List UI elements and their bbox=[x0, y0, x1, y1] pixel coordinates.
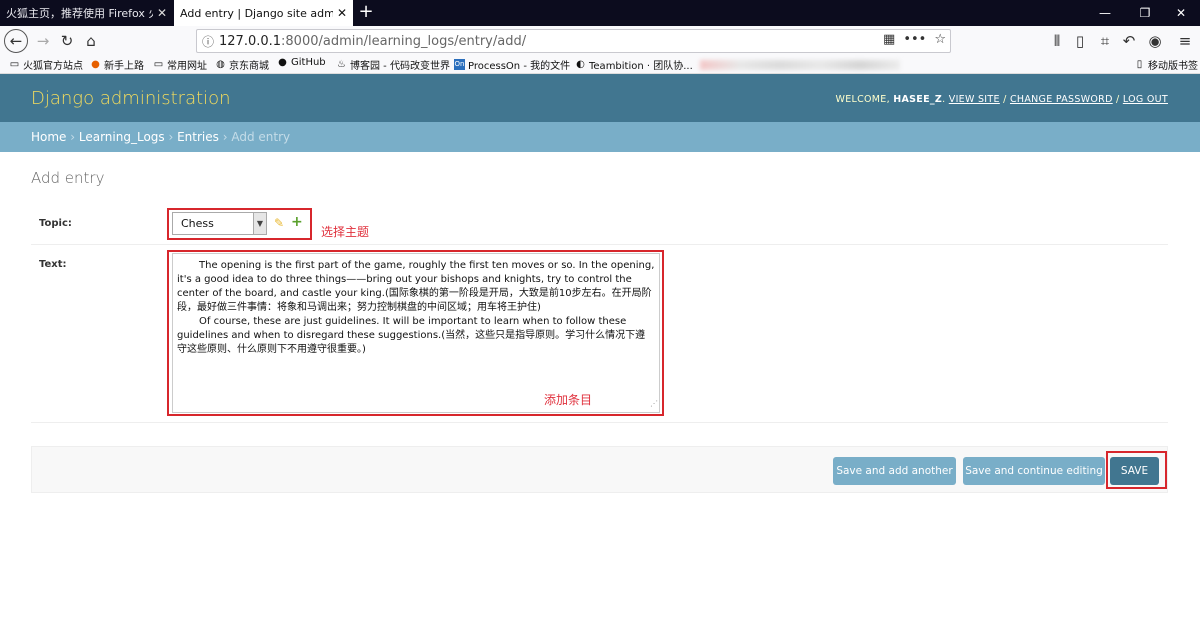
menu-icon[interactable]: ≡ bbox=[1174, 30, 1196, 52]
teambition-icon: ◐ bbox=[576, 59, 585, 70]
back-arrow-icon[interactable]: ← bbox=[4, 29, 28, 53]
bookmark-label: 博客园 - 代码改变世界 bbox=[350, 61, 450, 72]
bookmark-item[interactable]: ● GitHub bbox=[277, 57, 326, 68]
tab-close-icon[interactable]: ✕ bbox=[157, 6, 167, 20]
breadcrumb-separator: › bbox=[66, 130, 79, 144]
tab-close-icon[interactable]: ✕ bbox=[337, 6, 347, 20]
account-icon[interactable]: ◉ bbox=[1144, 30, 1166, 52]
browser-tab-bar: 火狐主页，推荐使用 Firefox 火狐浏 ✕ Add entry | Djan… bbox=[0, 0, 1200, 26]
tab-title: 火狐主页，推荐使用 Firefox 火狐浏 bbox=[6, 7, 153, 20]
url-host: 127.0.0.1 bbox=[219, 33, 282, 49]
browser-nav-bar: ← → ↻ ⌂ ⓘ 127.0.0.1:8000/admin/learning_… bbox=[0, 26, 1200, 56]
bookmark-item[interactable]: ◐ Teambition · 团队协... bbox=[575, 57, 693, 72]
globe-icon: ◍ bbox=[216, 59, 225, 70]
bookmark-label: 京东商城 bbox=[229, 61, 269, 72]
github-icon: ● bbox=[278, 57, 287, 68]
bookmark-item[interactable]: On ProcessOn - 我的文件 bbox=[454, 57, 570, 72]
firefox-icon: ● bbox=[91, 59, 100, 70]
bookmark-label: ProcessOn - 我的文件 bbox=[468, 61, 571, 72]
breadcrumb-app[interactable]: Learning_Logs bbox=[79, 130, 165, 144]
close-window-icon[interactable]: ✕ bbox=[1162, 0, 1200, 26]
row-divider bbox=[31, 422, 1168, 423]
admin-header: Django administration WELCOME, HASEE_Z. … bbox=[0, 74, 1200, 122]
new-tab-button[interactable]: + bbox=[356, 2, 376, 24]
save-and-add-another-button[interactable]: Save and add another bbox=[833, 457, 956, 485]
breadcrumb: Home › Learning_Logs › Entries › Add ent… bbox=[0, 122, 1200, 152]
bookmark-star-icon[interactable]: ☆ bbox=[934, 32, 946, 47]
restore-icon[interactable]: ❐ bbox=[1126, 0, 1164, 26]
url-text: 127.0.0.1:8000/admin/learning_logs/entry… bbox=[219, 34, 526, 49]
logout-link[interactable]: LOG OUT bbox=[1123, 94, 1168, 105]
save-and-continue-button[interactable]: Save and continue editing bbox=[963, 457, 1105, 485]
phone-icon: ▯ bbox=[1136, 59, 1143, 70]
bookmark-label: 新手上路 bbox=[104, 61, 144, 72]
change-password-link[interactable]: CHANGE PASSWORD bbox=[1010, 94, 1113, 105]
save-highlight-box bbox=[1106, 451, 1167, 489]
folder-icon: ▭ bbox=[9, 59, 20, 70]
url-bar[interactable]: ⓘ 127.0.0.1:8000/admin/learning_logs/ent… bbox=[196, 29, 951, 53]
page-title: Add entry bbox=[31, 169, 105, 187]
bookmark-label: 常用网址 bbox=[167, 61, 207, 72]
page-actions-icon[interactable]: ••• bbox=[903, 32, 926, 47]
breadcrumb-current: Add entry bbox=[231, 130, 291, 144]
site-branding[interactable]: Django administration bbox=[31, 88, 231, 109]
home-icon[interactable]: ⌂ bbox=[80, 30, 102, 52]
bookmarks-toolbar: ▭ 火狐官方站点 ● 新手上路 ▭ 常用网址 ◍ 京东商城 ● GitHub ♨ 博客园 -… bbox=[0, 56, 1200, 74]
user-tools: WELCOME, HASEE_Z. VIEW SITE / CHANGE PAS… bbox=[835, 94, 1168, 105]
view-site-link[interactable]: VIEW SITE bbox=[949, 94, 1000, 105]
url-path: :8000/admin/learning_logs/entry/add/ bbox=[281, 33, 527, 49]
submit-row: Save and add another Save and continue e… bbox=[31, 446, 1168, 493]
screenshot-icon[interactable]: ⌗ bbox=[1094, 30, 1116, 52]
tab-add-entry[interactable]: Add entry | Django site admin ✕ bbox=[174, 0, 353, 26]
row-divider bbox=[31, 244, 1168, 245]
undo-icon[interactable]: ↶ bbox=[1118, 30, 1140, 52]
topic-label: Topic: bbox=[39, 218, 72, 229]
cnblogs-icon: ♨ bbox=[337, 59, 346, 70]
text-annotation: 添加条目 bbox=[544, 393, 593, 407]
topic-annotation: 选择主题 bbox=[321, 225, 370, 239]
bookmark-label: Teambition · 团队协... bbox=[589, 61, 693, 72]
welcome-text: WELCOME, bbox=[835, 94, 894, 105]
bookmark-item[interactable]: ♨ 博客园 - 代码改变世界 bbox=[336, 57, 450, 72]
topic-highlight-box bbox=[167, 208, 312, 240]
bookmark-label: GitHub bbox=[291, 57, 326, 68]
forward-arrow-icon[interactable]: → bbox=[32, 30, 54, 52]
qr-code-icon[interactable]: ▦ bbox=[883, 32, 895, 47]
bookmark-item[interactable]: ◍ 京东商城 bbox=[215, 57, 269, 72]
processon-icon: On bbox=[454, 59, 465, 70]
bookmark-item[interactable]: ▭ 火狐官方站点 bbox=[9, 57, 83, 72]
tab-firefox-home[interactable]: 火狐主页，推荐使用 Firefox 火狐浏 ✕ bbox=[0, 0, 173, 26]
breadcrumb-home[interactable]: Home bbox=[31, 130, 66, 144]
mobile-bookmarks[interactable]: ▯ 移动版书签 bbox=[1134, 57, 1198, 72]
breadcrumb-model[interactable]: Entries bbox=[177, 130, 219, 144]
separator: / bbox=[1112, 94, 1123, 105]
site-info-icon[interactable]: ⓘ bbox=[197, 33, 219, 50]
reload-icon[interactable]: ↻ bbox=[56, 30, 78, 52]
library-icon[interactable]: ⫴ bbox=[1046, 30, 1068, 52]
username: HASEE_Z bbox=[893, 94, 943, 105]
tab-title: Add entry | Django site admin bbox=[180, 6, 333, 20]
minimize-icon[interactable]: — bbox=[1086, 0, 1124, 26]
blurred-bookmarks bbox=[700, 60, 900, 70]
bookmark-item[interactable]: ▭ 常用网址 bbox=[153, 57, 207, 72]
bookmark-item[interactable]: ● 新手上路 bbox=[90, 57, 144, 72]
breadcrumb-separator: › bbox=[164, 130, 178, 144]
folder-icon: ▭ bbox=[153, 59, 164, 70]
text-label: Text: bbox=[39, 259, 67, 270]
sidebar-icon[interactable]: ▯ bbox=[1069, 30, 1091, 52]
bookmark-label: 火狐官方站点 bbox=[23, 61, 83, 72]
bookmark-label: 移动版书签 bbox=[1148, 61, 1198, 72]
separator: / bbox=[999, 94, 1010, 105]
breadcrumb-separator: › bbox=[218, 130, 232, 144]
